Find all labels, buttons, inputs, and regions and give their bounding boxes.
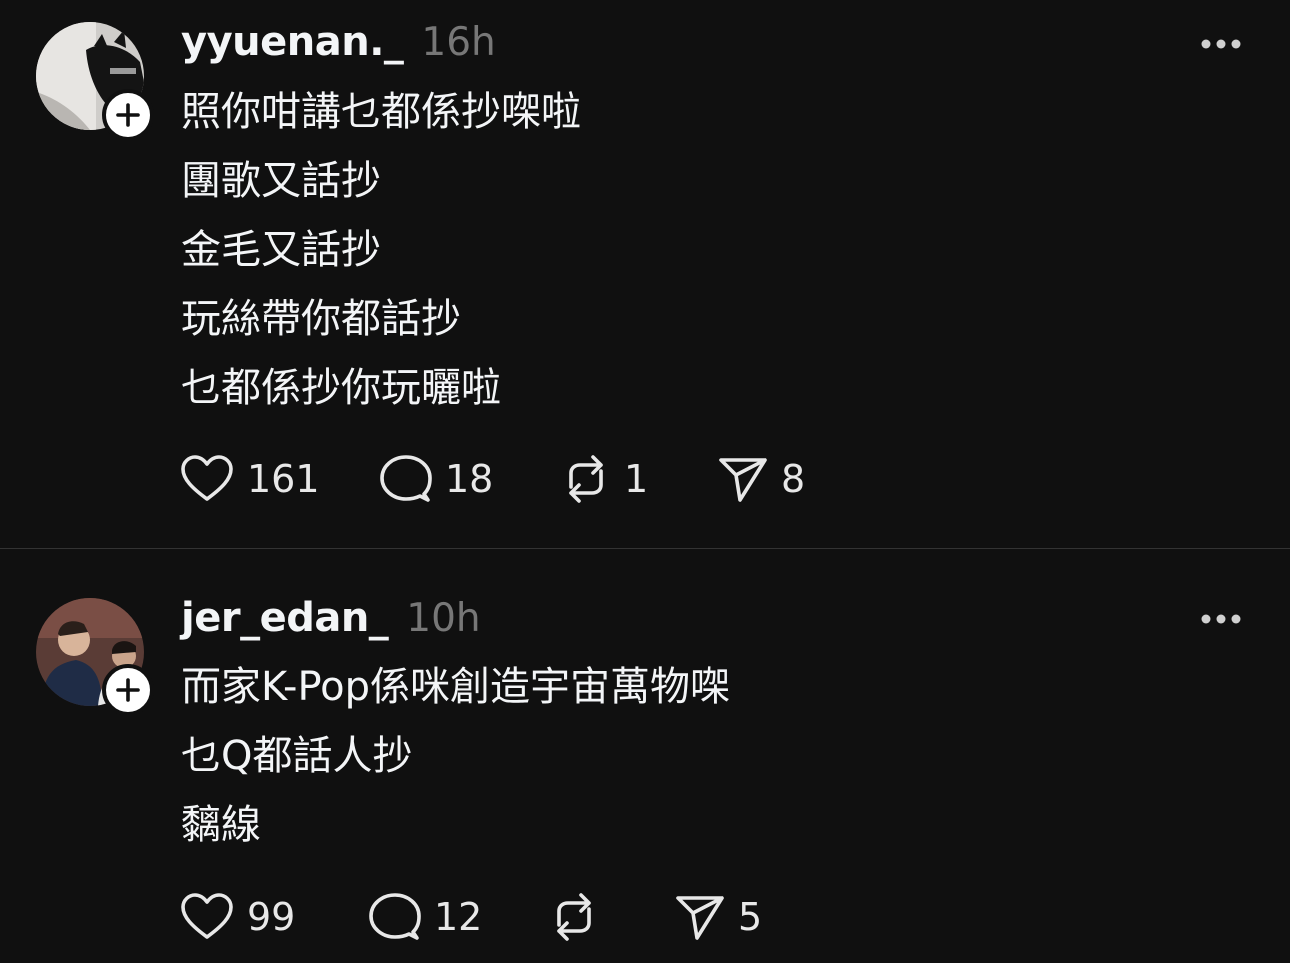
post-header: yyuenan._ 16h bbox=[181, 19, 496, 69]
follow-button[interactable] bbox=[102, 664, 154, 716]
post-text-line: 玩絲帶你都話抄 bbox=[181, 296, 461, 342]
reply-count: 12 bbox=[434, 895, 483, 939]
timestamp: 10h bbox=[406, 596, 481, 641]
post-text-line: 團歌又話抄 bbox=[181, 158, 381, 204]
post-text-line: 乜都係抄你玩曬啦 bbox=[181, 365, 501, 411]
reply-button[interactable]: 12 bbox=[369, 891, 549, 943]
reply-button[interactable]: 18 bbox=[380, 453, 561, 505]
username[interactable]: jer_edan_ bbox=[181, 595, 389, 641]
paper-plane-icon bbox=[676, 896, 724, 940]
repost-button[interactable] bbox=[549, 891, 675, 943]
heart-icon bbox=[181, 455, 233, 501]
paper-plane-icon bbox=[719, 458, 767, 502]
action-bar: 99 12 5 bbox=[180, 891, 795, 943]
like-button[interactable]: 99 bbox=[180, 891, 369, 943]
post-text: 照你咁講乜都係抄㗎啦 團歌又話抄 金毛又話抄 玩絲帶你都話抄 乜都係抄你玩曬啦 bbox=[181, 78, 581, 423]
share-count: 5 bbox=[738, 895, 763, 939]
action-bar: 161 18 1 8 bbox=[180, 453, 838, 505]
post-header: jer_edan_ 10h bbox=[181, 595, 481, 645]
reply-count: 18 bbox=[445, 457, 494, 501]
repost-arrows-icon bbox=[557, 893, 591, 941]
thread-post: jer_edan_ 10h 而家K-Pop係咪創造宇宙萬物㗎 乜Q都話人抄 黐線… bbox=[0, 549, 1290, 963]
plus-icon bbox=[116, 103, 140, 127]
timestamp: 16h bbox=[421, 20, 496, 65]
speech-bubble-icon bbox=[380, 455, 432, 502]
share-count: 8 bbox=[781, 457, 806, 501]
post-text: 而家K-Pop係咪創造宇宙萬物㗎 乜Q都話人抄 黐線 bbox=[181, 653, 730, 860]
speech-bubble-icon bbox=[369, 893, 421, 940]
more-button[interactable] bbox=[1196, 34, 1246, 54]
repost-arrows-icon bbox=[569, 455, 603, 503]
post-text-line: 而家K-Pop係咪創造宇宙萬物㗎 bbox=[181, 664, 731, 710]
username[interactable]: yyuenan._ bbox=[181, 19, 404, 65]
share-button[interactable]: 8 bbox=[718, 453, 838, 505]
post-text-line: 金毛又話抄 bbox=[181, 227, 381, 273]
post-text-line: 照你咁講乜都係抄㗎啦 bbox=[181, 89, 581, 135]
repost-count: 1 bbox=[624, 457, 649, 501]
post-text-line: 黐線 bbox=[181, 802, 261, 848]
share-button[interactable]: 5 bbox=[675, 891, 795, 943]
heart-icon bbox=[181, 893, 233, 939]
more-dots-icon bbox=[1201, 39, 1241, 49]
like-count: 99 bbox=[247, 895, 296, 939]
repost-button[interactable]: 1 bbox=[561, 453, 718, 505]
like-count: 161 bbox=[247, 457, 320, 501]
more-dots-icon bbox=[1201, 614, 1241, 624]
plus-icon bbox=[116, 678, 140, 702]
follow-button[interactable] bbox=[102, 89, 154, 141]
like-button[interactable]: 161 bbox=[180, 453, 380, 505]
post-text-line: 乜Q都話人抄 bbox=[181, 733, 413, 779]
thread-post: yyuenan._ 16h 照你咁講乜都係抄㗎啦 團歌又話抄 金毛又話抄 玩絲帶… bbox=[0, 0, 1290, 548]
more-button[interactable] bbox=[1196, 609, 1246, 629]
